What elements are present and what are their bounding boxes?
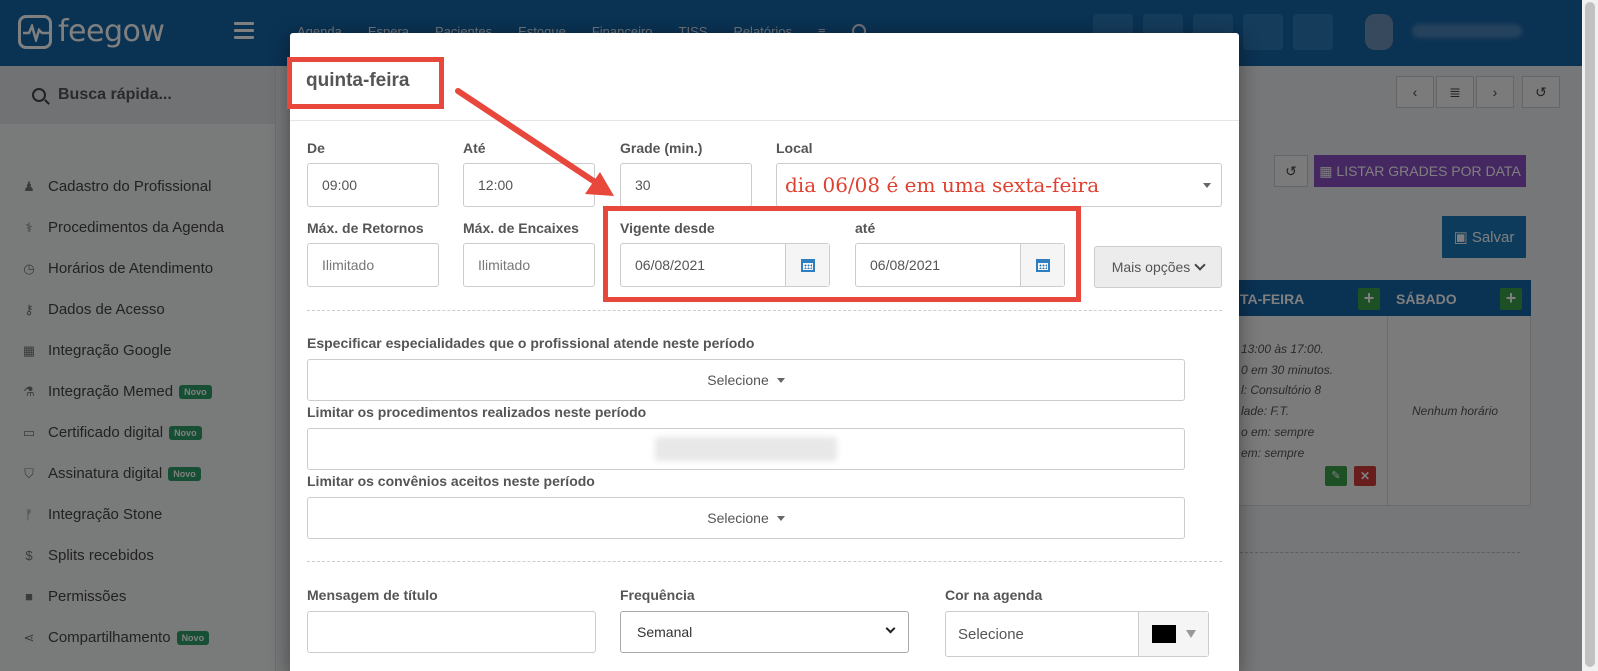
annotation-arrow: [455, 88, 614, 196]
